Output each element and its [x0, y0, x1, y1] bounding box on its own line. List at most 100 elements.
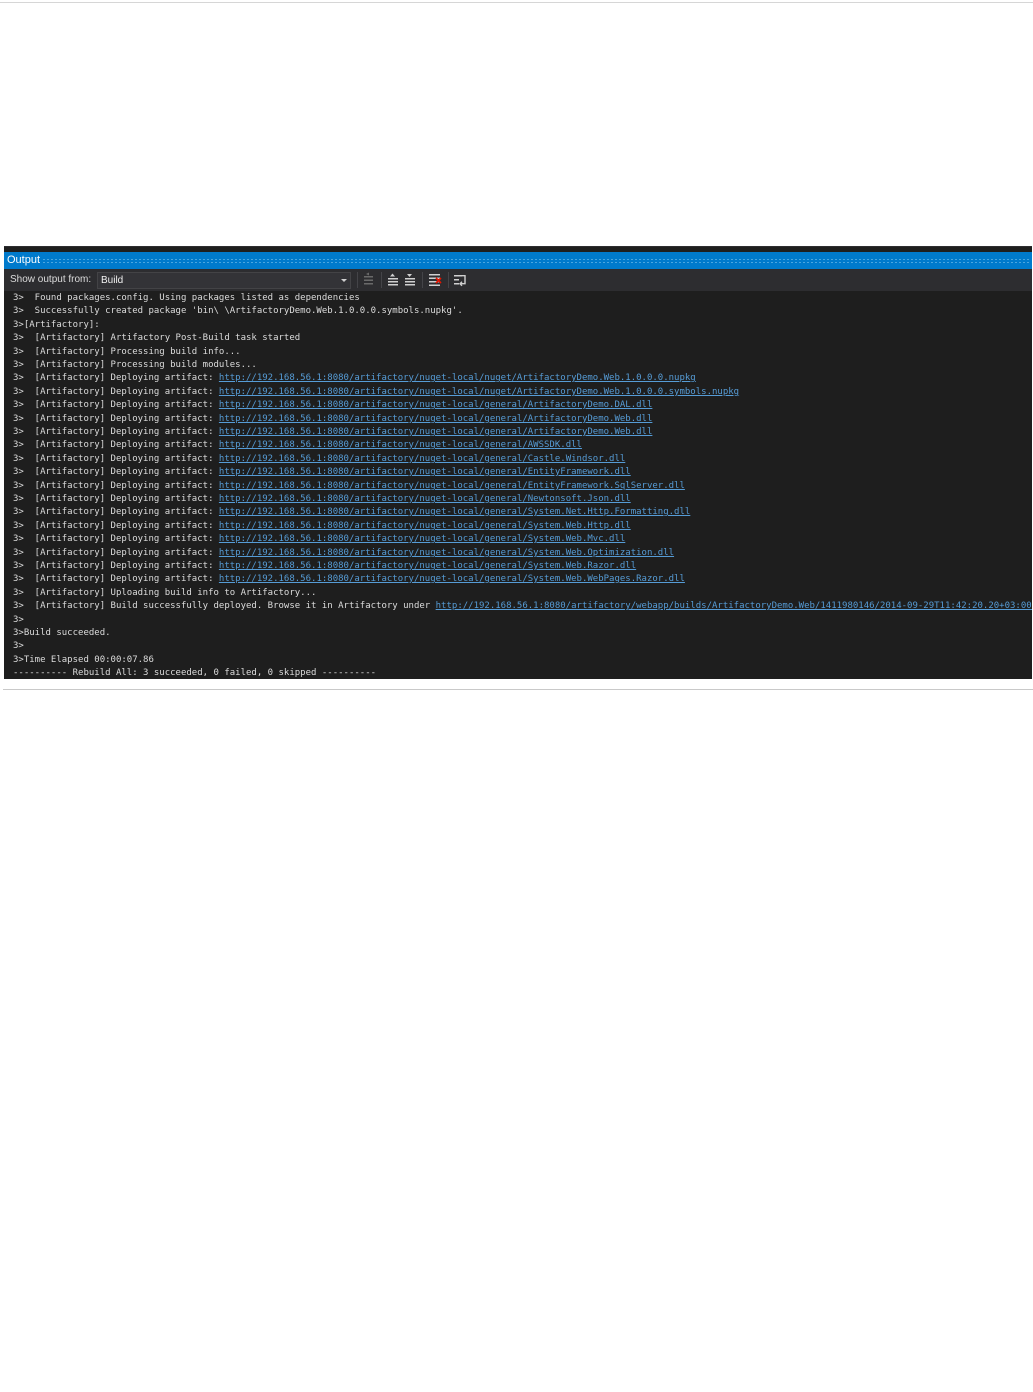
output-line: 3>[Artifactory]:: [13, 319, 100, 332]
artifact-link[interactable]: http://192.168.56.1:8080/artifactory/nug…: [219, 467, 631, 477]
output-line-text: 3> [Artifactory] Deploying artifact:: [13, 481, 219, 491]
artifact-link[interactable]: http://192.168.56.1:8080/artifactory/nug…: [219, 387, 739, 397]
artifact-link[interactable]: http://192.168.56.1:8080/artifactory/nug…: [219, 534, 625, 544]
output-line: 3> Found packages.config. Using packages…: [13, 292, 360, 305]
output-line-text: 3> [Artifactory] Deploying artifact:: [13, 574, 219, 584]
artifact-link[interactable]: http://192.168.56.1:8080/artifactory/nug…: [219, 427, 652, 437]
toggle-word-wrap-button[interactable]: [452, 272, 468, 288]
output-line-text: 3> Found packages.config. Using packages…: [13, 293, 360, 303]
output-line-text: 3>: [13, 615, 24, 625]
output-line-text: 3> [Artifactory] Deploying artifact:: [13, 561, 219, 571]
title-bar-grip: [42, 258, 1030, 263]
artifact-link[interactable]: http://192.168.56.1:8080/artifactory/nug…: [219, 373, 696, 383]
find-message-up-button[interactable]: [385, 272, 401, 288]
output-line: 3> [Artifactory] Deploying artifact: htt…: [13, 453, 625, 466]
output-text-area[interactable]: 3> Found packages.config. Using packages…: [4, 292, 1032, 679]
toolbar-separator: [422, 272, 423, 288]
output-line: 3> [Artifactory] Uploading build info to…: [13, 587, 316, 600]
output-window: Output Show output from: Build 3> Found …: [4, 246, 1032, 679]
page-divider-bottom: [3, 689, 1033, 690]
go-to-previous-message-icon: [364, 272, 373, 285]
find-message-down-button[interactable]: [402, 272, 418, 288]
output-line-text: 3> [Artifactory] Build successfully depl…: [13, 601, 436, 611]
toolbar-separator: [381, 272, 382, 288]
output-line-text: 3> [Artifactory] Deploying artifact:: [13, 548, 219, 558]
output-line-text: 3> [Artifactory] Deploying artifact:: [13, 521, 219, 531]
output-toolbar: Show output from: Build: [4, 269, 1032, 291]
output-line-text: 3> [Artifactory] Processing build info..…: [13, 347, 241, 357]
output-line-text: 3>Time Elapsed 00:00:07.86: [13, 655, 154, 665]
output-line-text: 3>: [13, 641, 24, 651]
go-to-previous-message-button[interactable]: [361, 272, 377, 288]
toolbar-separator: [448, 272, 449, 288]
output-line: 3>: [13, 614, 24, 627]
output-line: 3> [Artifactory] Artifactory Post-Build …: [13, 332, 300, 345]
output-line-text: 3> [Artifactory] Artifactory Post-Build …: [13, 333, 301, 343]
artifact-link[interactable]: http://192.168.56.1:8080/artifactory/nug…: [219, 548, 674, 558]
output-line-text: 3> [Artifactory] Deploying artifact:: [13, 454, 219, 464]
output-line: 3>: [13, 640, 24, 653]
output-line: 3>Build succeeded.: [13, 627, 111, 640]
output-line: 3> [Artifactory] Deploying artifact: htt…: [13, 560, 636, 573]
output-line-text: 3> [Artifactory] Deploying artifact:: [13, 534, 219, 544]
output-line-text: 3> [Artifactory] Deploying artifact:: [13, 400, 219, 410]
find-message-down-icon: [405, 274, 415, 286]
output-line: 3> [Artifactory] Processing build info..…: [13, 346, 241, 359]
output-line: 3> [Artifactory] Deploying artifact: htt…: [13, 547, 674, 560]
output-line-text: 3> [Artifactory] Deploying artifact:: [13, 387, 219, 397]
artifact-link[interactable]: http://192.168.56.1:8080/artifactory/web…: [436, 601, 1032, 611]
output-line-text: 3> [Artifactory] Uploading build info to…: [13, 588, 317, 598]
output-line: 3> [Artifactory] Build successfully depl…: [13, 600, 1032, 613]
output-line: 3> [Artifactory] Deploying artifact: htt…: [13, 426, 652, 439]
output-line: 3> [Artifactory] Deploying artifact: htt…: [13, 533, 625, 546]
artifact-link[interactable]: http://192.168.56.1:8080/artifactory/nug…: [219, 414, 652, 424]
output-line: 3> [Artifactory] Deploying artifact: htt…: [13, 386, 739, 399]
clear-all-button[interactable]: [427, 272, 443, 288]
artifact-link[interactable]: http://192.168.56.1:8080/artifactory/nug…: [219, 454, 625, 464]
output-line: 3> [Artifactory] Deploying artifact: htt…: [13, 466, 631, 479]
output-line-text: 3> [Artifactory] Deploying artifact:: [13, 507, 219, 517]
artifact-link[interactable]: http://192.168.56.1:8080/artifactory/nug…: [219, 494, 631, 504]
output-line-text: 3>[Artifactory]:: [13, 320, 100, 330]
artifact-link[interactable]: http://192.168.56.1:8080/artifactory/nug…: [219, 440, 582, 450]
output-line: 3> [Artifactory] Deploying artifact: htt…: [13, 439, 582, 452]
output-line: 3> [Artifactory] Deploying artifact: htt…: [13, 413, 652, 426]
output-line: 3> [Artifactory] Deploying artifact: htt…: [13, 480, 685, 493]
chevron-down-icon: [341, 279, 347, 282]
output-line-text: 3> Successfully created package 'bin\ \A…: [13, 306, 463, 316]
artifact-link[interactable]: http://192.168.56.1:8080/artifactory/nug…: [219, 481, 685, 491]
artifact-link[interactable]: http://192.168.56.1:8080/artifactory/nug…: [219, 521, 631, 531]
output-title-bar[interactable]: Output: [4, 252, 1032, 269]
output-line: ---------- Rebuild All: 3 succeeded, 0 f…: [13, 667, 376, 679]
output-line-text: 3>Build succeeded.: [13, 628, 111, 638]
output-source-value: Build: [101, 275, 124, 286]
output-line-text: 3> [Artifactory] Deploying artifact:: [13, 427, 219, 437]
output-line-text: 3> [Artifactory] Deploying artifact:: [13, 440, 219, 450]
output-line-text: ---------- Rebuild All: 3 succeeded, 0 f…: [13, 668, 377, 678]
clear-all-icon: [429, 274, 442, 286]
page-divider-top: [0, 2, 1033, 3]
output-line: 3> [Artifactory] Deploying artifact: htt…: [13, 573, 685, 586]
artifact-link[interactable]: http://192.168.56.1:8080/artifactory/nug…: [219, 400, 652, 410]
output-source-dropdown[interactable]: Build: [97, 272, 351, 289]
output-line: 3> [Artifactory] Deploying artifact: htt…: [13, 493, 631, 506]
output-line-text: 3> [Artifactory] Processing build module…: [13, 360, 257, 370]
output-line: 3> [Artifactory] Deploying artifact: htt…: [13, 372, 696, 385]
output-line: 3> [Artifactory] Deploying artifact: htt…: [13, 520, 631, 533]
output-line: 3> [Artifactory] Processing build module…: [13, 359, 257, 372]
output-line-text: 3> [Artifactory] Deploying artifact:: [13, 414, 219, 424]
artifact-link[interactable]: http://192.168.56.1:8080/artifactory/nug…: [219, 507, 690, 517]
output-line-text: 3> [Artifactory] Deploying artifact:: [13, 373, 219, 383]
toolbar-separator: [357, 272, 358, 288]
output-line: 3> [Artifactory] Deploying artifact: htt…: [13, 506, 690, 519]
output-line: 3>Time Elapsed 00:00:07.86: [13, 654, 154, 667]
artifact-link[interactable]: http://192.168.56.1:8080/artifactory/nug…: [219, 574, 685, 584]
output-title: Output: [7, 254, 41, 266]
output-line: 3> [Artifactory] Deploying artifact: htt…: [13, 399, 652, 412]
toggle-word-wrap-icon: [454, 275, 466, 287]
output-line-text: 3> [Artifactory] Deploying artifact:: [13, 494, 219, 504]
output-line: 3> Successfully created package 'bin\ \A…: [13, 305, 463, 318]
output-line-text: 3> [Artifactory] Deploying artifact:: [13, 467, 219, 477]
find-message-up-icon: [388, 273, 398, 286]
artifact-link[interactable]: http://192.168.56.1:8080/artifactory/nug…: [219, 561, 636, 571]
